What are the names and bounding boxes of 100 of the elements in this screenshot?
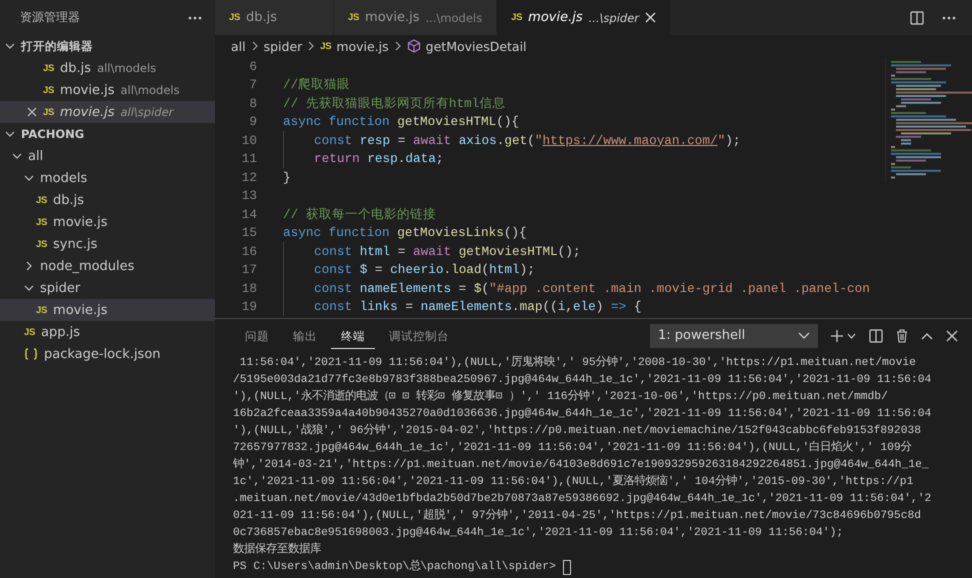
tab-path: ...\spider xyxy=(588,10,640,24)
js-file-icon: JS xyxy=(43,84,54,96)
panel-tab[interactable]: 输出 xyxy=(283,322,327,348)
js-file-icon: JS xyxy=(36,304,48,316)
js-file-icon: JS xyxy=(36,238,48,250)
close-icon xyxy=(645,12,656,23)
panel-tab[interactable]: 问题 xyxy=(235,322,279,348)
chevron-down-icon xyxy=(24,173,34,183)
chevron-down-icon xyxy=(5,129,15,139)
open-editor-item[interactable]: JS movie.js all\models xyxy=(0,79,215,101)
folder-item[interactable]: models xyxy=(0,167,215,189)
close-icon xyxy=(946,330,958,342)
section-header[interactable]: 打开的编辑器 xyxy=(0,35,215,57)
terminal-line: 数据保存至数据库 xyxy=(233,542,322,558)
file-name: movie.js xyxy=(53,302,108,318)
line-number: 13 xyxy=(240,188,257,204)
chevron-up-icon xyxy=(921,332,933,340)
breadcrumb-item[interactable]: movie.js xyxy=(336,38,389,54)
code-line: //爬取猫眼 xyxy=(283,76,350,94)
terminal-line: 1c','2021-11-09 11:56:04','2021-11-09 11:56:04'),(NULL,'夏洛特烦恼',' 104分钟','2015-09-30','https://p1 xyxy=(233,474,914,490)
panel-tab[interactable]: 终端 xyxy=(331,322,375,348)
file-item[interactable]: JS movie.js xyxy=(0,211,215,233)
split-editor-icon xyxy=(910,10,924,24)
plus-icon xyxy=(830,328,844,342)
more-icon xyxy=(942,16,956,20)
chevron-down-icon xyxy=(5,41,15,51)
js-file-icon: JS xyxy=(43,62,54,74)
editor-tab[interactable]: JS movie.js ...\models xyxy=(334,0,498,35)
js-file-icon: JS xyxy=(348,12,360,23)
chevron-right-icon xyxy=(394,41,402,51)
file-name: movie.js xyxy=(53,214,108,230)
js-file-icon: JS xyxy=(511,12,522,23)
breadcrumb-item[interactable]: getMoviesDetail xyxy=(426,38,527,54)
cursor-icon xyxy=(562,560,571,575)
section-title: 打开的编辑器 xyxy=(21,38,93,54)
breadcrumb-item[interactable]: all xyxy=(231,38,246,54)
js-file-icon: JS xyxy=(229,12,240,23)
code-line: } xyxy=(283,168,291,186)
file-path: all\models xyxy=(97,61,156,75)
tab-title: movie.js xyxy=(528,10,583,25)
terminal-line: 0c736857ebac8e951698003.jpg@464w_644h_1e_1c','2021-11-09 11:56:04','2021-11-09 11:56:04'); xyxy=(233,526,844,541)
js-file-icon: JS xyxy=(320,40,332,52)
code-line: const nameElements = $("#app .content .main .movie-grid .panel .panel-con xyxy=(283,279,870,298)
chevron-down-icon xyxy=(798,332,810,340)
terminal-dropdown[interactable]: 1: powershell xyxy=(650,324,818,348)
cube-icon xyxy=(406,39,421,53)
file-name: app.js xyxy=(41,324,80,340)
js-file-icon: JS xyxy=(43,106,54,118)
terminal-line: 11:56:04','2021-11-09 11:56:04'),(NULL,'厉鬼将映',' 95分钟','2008-10-30','https://p1.meituan.net/movie xyxy=(238,355,917,371)
folder-item[interactable]: node_modules xyxy=(0,255,215,277)
explorer-title: 资源管理器 xyxy=(20,9,80,26)
terminal-line: 钟','2014-03-21','https://p1.meituan.net/movie/64103e8d691c7e190932959263184292264851.jpg@464w_644h_1e_ xyxy=(233,457,930,473)
braces-icon xyxy=(24,348,38,360)
editor-tab[interactable]: JS db.js xyxy=(215,0,334,35)
line-number: 18 xyxy=(240,280,257,296)
file-item[interactable]: JS sync.js xyxy=(0,233,215,255)
line-number: 15 xyxy=(240,225,257,240)
terminal-line: 72657977832.jpg@464w_644h_1e_1c','2021-11-09 11:56:04','2021-11-09 11:56:04'),(NULL,'白日焰火',' 109分 xyxy=(233,440,913,456)
panel-tab[interactable]: 调试控制台 xyxy=(379,322,459,348)
file-item[interactable]: package-lock.json xyxy=(0,343,215,365)
file-name: db.js xyxy=(60,60,92,76)
folder-name: spider xyxy=(40,280,80,296)
file-name: movie.js xyxy=(60,104,114,120)
line-number: 17 xyxy=(240,262,257,278)
file-item[interactable]: JS app.js xyxy=(0,321,215,343)
section-header[interactable]: PACHONG xyxy=(0,123,215,145)
chevron-down-icon xyxy=(847,332,856,338)
line-number: 14 xyxy=(240,206,257,222)
breadcrumb-item[interactable]: spider xyxy=(264,38,302,54)
js-file-icon: JS xyxy=(24,326,36,338)
tab-path: ...\models xyxy=(425,10,482,24)
line-number: 9 xyxy=(248,114,257,130)
open-editor-item[interactable]: JS movie.js all\spider xyxy=(0,101,215,123)
code-line: // 获取每一个电影的链接 xyxy=(283,206,436,224)
tab-title: db.js xyxy=(246,10,278,25)
file-item[interactable]: JS movie.js xyxy=(0,299,215,321)
split-terminal-icon xyxy=(869,328,883,342)
code-line: async function getMoviesHTML(){ xyxy=(283,113,520,131)
chevron-right-icon xyxy=(24,261,34,271)
terminal-line: /5195e003da21d77fc3e8b9783f388bea250967.jpg@464w_644h_1e_1c','2021-11-09 11:56:04','2021-11-09 11:56:04 xyxy=(233,372,932,388)
js-file-icon: JS xyxy=(36,194,48,206)
terminal-line: .meituan.net/movie/43d0e1bfbda2b50d7be2b70873a87e59386692.jpg@464w_644h_1e_1c','2021-11-09 11:56:04','2 xyxy=(233,492,932,507)
code-line: // 先获取猫眼电影网页所有html信息 xyxy=(283,94,506,112)
js-file-icon: JS xyxy=(36,216,48,228)
file-item[interactable]: JS db.js xyxy=(0,189,215,211)
folder-item[interactable]: all xyxy=(0,145,215,167)
more-icon xyxy=(188,16,202,20)
tab-title: movie.js xyxy=(365,10,420,25)
chevron-right-icon xyxy=(250,41,259,51)
line-number: 11 xyxy=(240,151,257,166)
open-editor-item[interactable]: JS db.js all\models xyxy=(0,57,215,79)
terminal-line: 16b2a2fceaa3359a4a40b90435270a0d1036636.jpg@464w_644h_1e_1c','2021-11-09 11:56:04','2021-11-09 11:56:04 xyxy=(233,406,932,422)
editor-tab[interactable]: JS movie.js ...\spider xyxy=(497,0,672,35)
chevron-down-icon xyxy=(12,151,22,161)
line-number: 8 xyxy=(248,96,257,111)
file-path: all\spider xyxy=(120,105,174,119)
line-number: 19 xyxy=(240,299,257,314)
folder-item[interactable]: spider xyxy=(0,277,215,299)
file-name: package-lock.json xyxy=(44,346,161,362)
line-number: 16 xyxy=(240,244,257,259)
